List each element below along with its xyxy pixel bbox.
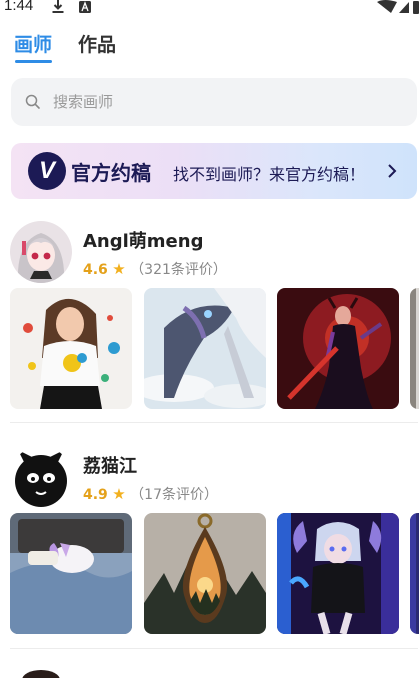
- divider: [10, 648, 418, 649]
- artist-name[interactable]: Angl萌meng: [83, 227, 203, 253]
- artwork-thumbnail[interactable]: [144, 288, 266, 409]
- tab-artists[interactable]: 画师: [14, 30, 52, 57]
- artwork-thumbnail[interactable]: [10, 513, 132, 634]
- artist-card[interactable]: 荔猫江 4.9 ★ （17条评价）: [0, 446, 419, 636]
- artwork-thumbnail[interactable]: [144, 513, 266, 634]
- rating-score: 4.9: [83, 487, 108, 503]
- artist-rating: 4.6 ★ （321条评价）: [83, 259, 227, 279]
- review-count: （321条评价）: [130, 262, 227, 278]
- notification-app-icon: [79, 1, 91, 13]
- status-icons: [377, 0, 419, 14]
- official-commission-banner[interactable]: V 官方约稿 找不到画师？来官方约稿！: [11, 143, 417, 199]
- artwork-thumbnail[interactable]: [410, 288, 419, 409]
- signal-icon: [399, 2, 409, 13]
- chevron-right-icon: [388, 164, 397, 178]
- official-logo-icon: V: [28, 152, 66, 190]
- tab-works[interactable]: 作品: [78, 30, 116, 57]
- wifi-icon: [377, 0, 397, 13]
- works-strip[interactable]: [10, 513, 419, 634]
- works-strip[interactable]: [10, 288, 419, 409]
- status-bar: 1:44: [0, 0, 419, 16]
- star-icon: ★: [112, 260, 126, 278]
- artwork-thumbnail[interactable]: [410, 513, 419, 634]
- search-icon: [25, 94, 40, 109]
- artist-rating: 4.9 ★ （17条评价）: [83, 484, 218, 504]
- banner-subtitle: 找不到画师？来官方约稿！: [173, 165, 366, 184]
- artwork-thumbnail[interactable]: [277, 288, 399, 409]
- search-input[interactable]: [53, 78, 393, 126]
- avatar[interactable]: [10, 221, 72, 283]
- avatar[interactable]: [10, 446, 72, 508]
- avatar[interactable]: [22, 670, 60, 678]
- rating-score: 4.6: [83, 262, 108, 278]
- tab-active-indicator: [15, 60, 52, 63]
- artwork-thumbnail[interactable]: [277, 513, 399, 634]
- artist-name[interactable]: 荔猫江: [83, 452, 137, 478]
- logo-letter: V: [38, 157, 55, 184]
- status-time: 1:44: [4, 0, 34, 14]
- banner-title: 官方约稿: [71, 161, 151, 185]
- artist-card[interactable]: Angl萌meng 4.6 ★ （321条评价）: [0, 221, 419, 411]
- review-count: （17条评价）: [130, 487, 218, 503]
- battery-icon: [413, 1, 419, 14]
- star-icon: ★: [112, 485, 126, 503]
- artwork-thumbnail[interactable]: [10, 288, 132, 409]
- search-bar[interactable]: [11, 78, 417, 126]
- download-icon: [52, 0, 64, 13]
- divider: [10, 422, 418, 423]
